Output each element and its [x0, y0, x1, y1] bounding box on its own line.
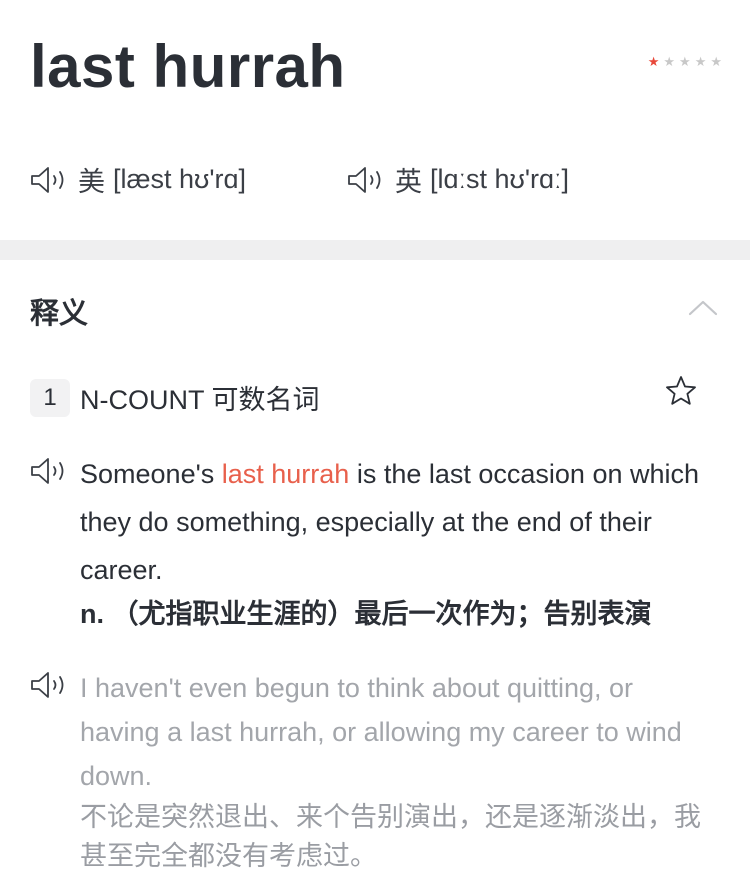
star-icon: ★	[647, 54, 660, 69]
headword: last hurrah	[30, 33, 346, 100]
section-divider	[0, 240, 750, 260]
word-header: last hurrah ★ ★ ★ ★ ★ 美 [læst hʊ'rɑ] 英 […	[0, 0, 750, 240]
example-block: I haven't even begun to think about quit…	[30, 666, 720, 876]
speaker-icon[interactable]	[347, 165, 389, 195]
pronunciation-uk[interactable]: 英 [lɑːst hʊ'rɑː]	[347, 160, 569, 199]
speaker-icon[interactable]	[30, 456, 72, 486]
example-translation: 不论是突然退出、来个告别演出，还是逐渐淡出，我甚至完全都没有考虑过。	[80, 802, 701, 871]
definition-translation: n. （尤指职业生涯的）最后一次作为；告别表演	[80, 599, 652, 629]
definitions-section: 释义 1 N-COUNT 可数名词 Someone's last hurrah …	[0, 260, 750, 887]
definition-pre: Someone's	[80, 459, 222, 489]
sense-header: 1 N-COUNT 可数名词	[30, 378, 320, 417]
section-title: 释义	[30, 298, 89, 330]
definition-text: Someone's last hurrah is the last occasi…	[80, 450, 720, 594]
chevron-up-icon[interactable]	[688, 298, 718, 316]
example-sentence: I haven't even begun to think about quit…	[80, 673, 682, 791]
frequency-rating: ★ ★ ★ ★ ★	[648, 55, 722, 68]
star-icon: ★	[694, 54, 707, 69]
region-label: 美	[78, 167, 105, 197]
highlighted-term: last hurrah	[221, 459, 350, 489]
speaker-icon[interactable]	[30, 670, 72, 700]
speaker-icon[interactable]	[30, 165, 72, 195]
star-outline-icon[interactable]	[664, 374, 698, 408]
part-of-speech: N-COUNT 可数名词	[80, 385, 320, 415]
ipa-text: [lɑːst hʊ'rɑː]	[430, 164, 570, 194]
star-icon: ★	[663, 54, 676, 69]
ipa-text: [læst hʊ'rɑ]	[113, 164, 247, 194]
definition-block: Someone's last hurrah is the last occasi…	[30, 450, 720, 638]
star-icon: ★	[710, 54, 722, 69]
pronunciation-us[interactable]: 美 [læst hʊ'rɑ]	[30, 160, 246, 199]
star-icon: ★	[679, 54, 691, 69]
sense-number: 1	[30, 378, 70, 417]
region-label: 英	[395, 167, 422, 197]
